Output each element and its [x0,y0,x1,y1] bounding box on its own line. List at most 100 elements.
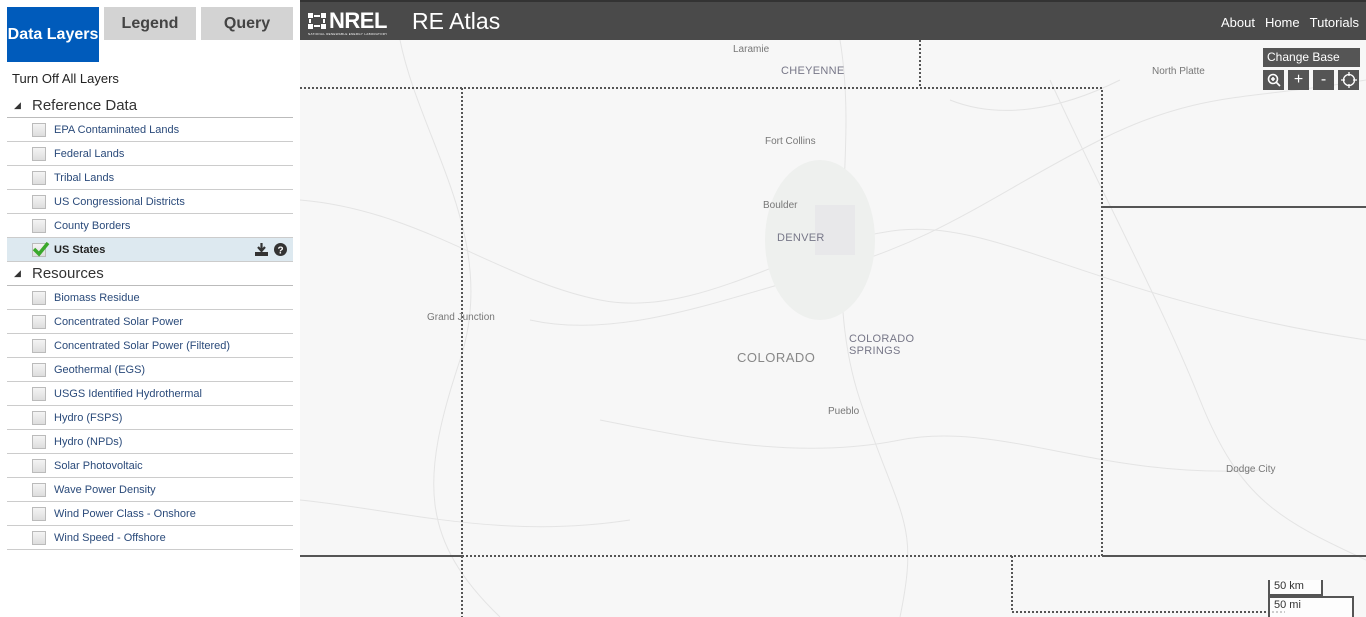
layer-checkbox[interactable] [32,194,46,209]
logo-text: NREL [329,8,387,33]
layer-checkbox[interactable] [32,386,46,401]
change-base-button[interactable]: Change Base [1263,48,1360,67]
layer-label: Federal Lands [54,147,125,160]
city-label: Boulder [763,200,798,211]
layer-checkbox[interactable] [32,434,46,449]
tab-legend[interactable]: Legend [104,7,196,40]
nrel-logo[interactable]: NREL NATIONAL RENEWABLE ENERGY LABORATOR… [308,8,388,36]
layer-label: Wave Power Density [54,483,156,496]
minus-icon: - [1320,71,1327,88]
layer-item[interactable]: Wind Speed - Offshore [7,526,293,550]
layer-item[interactable]: EPA Contaminated Lands [7,118,293,142]
layer-item[interactable]: Tribal Lands [7,166,293,190]
layer-checkbox[interactable] [32,290,46,305]
tab-query[interactable]: Query [201,7,293,40]
layer-checkbox[interactable] [32,170,46,185]
layer-item[interactable]: Concentrated Solar Power (Filtered) [7,334,293,358]
layer-checkbox[interactable] [32,314,46,329]
zoom-box-button[interactable] [1263,70,1284,90]
layer-item[interactable]: USGS Identified Hydrothermal [7,382,293,406]
layer-item[interactable]: Wind Power Class - Onshore [7,502,293,526]
layer-item[interactable]: Biomass Residue [7,286,293,310]
svg-text:?: ? [277,246,283,257]
layer-label: Wind Power Class - Onshore [54,507,196,520]
layer-item[interactable]: Concentrated Solar Power [7,310,293,334]
layer-item[interactable]: US States? [7,238,293,262]
group-header[interactable]: ◢ Reference Data [7,94,293,118]
layer-checkbox[interactable] [32,458,46,473]
logo-subtitle: NATIONAL RENEWABLE ENERGY LABORATORY [308,32,388,36]
turn-off-all-layers-link[interactable]: Turn Off All Layers [12,71,119,86]
layer-label: Tribal Lands [54,171,115,184]
layer-checkbox[interactable] [32,122,46,137]
layer-label: USGS Identified Hydrothermal [54,387,202,400]
layer-checkbox[interactable] [32,506,46,521]
city-label: Dodge City [1226,464,1276,475]
nav-home[interactable]: Home [1265,15,1300,30]
header-nav: About Home Tutorials [1221,15,1359,30]
collapse-triangle-icon: ◢ [14,100,21,110]
layer-label: County Borders [54,219,131,232]
help-icon[interactable]: ? [274,243,287,256]
scale-bar-km: 50 km [1268,580,1323,596]
layer-checkbox[interactable] [32,218,46,233]
layer-label: US States [54,243,106,256]
layer-item[interactable]: Geothermal (EGS) [7,358,293,382]
layer-item[interactable]: US Congressional Districts [7,190,293,214]
layer-label: Biomass Residue [54,291,140,304]
layer-label: Concentrated Solar Power (Filtered) [54,339,231,352]
city-label: Fort Collins [765,136,816,147]
nav-tutorials[interactable]: Tutorials [1310,15,1359,30]
tab-data-layers[interactable]: Data Layers [7,7,99,62]
layer-item[interactable]: Hydro (FSPS) [7,406,293,430]
city-label: Pueblo [828,406,860,417]
layer-label: Wind Speed - Offshore [54,531,166,544]
nrel-logo-icon [308,13,326,29]
layer-label: EPA Contaminated Lands [54,123,180,136]
layer-label: Geothermal (EGS) [54,363,146,376]
zoom-magnifier-icon [1267,73,1281,87]
app-title: RE Atlas [412,8,501,34]
group-title: Reference Data [32,97,138,114]
layer-item[interactable]: County Borders [7,214,293,238]
scale-bar-mi: 50 mi [1268,596,1354,617]
layer-label: Concentrated Solar Power [54,315,184,328]
zoom-out-button[interactable]: - [1313,70,1334,90]
map-base [300,40,1366,617]
layer-checkbox[interactable] [32,530,46,545]
state-label: COLORADO [737,350,816,365]
map-canvas[interactable]: Laramie CHEYENNE North Platte Fort Colli… [300,40,1366,617]
locate-button[interactable] [1338,70,1359,90]
group-resources: ◢ Resources Biomass Residue Concentrated So… [7,262,293,550]
city-label: North Platte [1152,66,1205,77]
layer-checkbox[interactable] [32,338,46,353]
layer-checkbox[interactable] [32,410,46,425]
nav-about[interactable]: About [1221,15,1255,30]
layer-item[interactable]: Federal Lands [7,142,293,166]
group-title: Resources [32,265,104,282]
group-header[interactable]: ◢ Resources [7,262,293,286]
collapse-triangle-icon: ◢ [14,268,21,278]
layer-checkbox[interactable] [32,241,50,257]
layer-label: Hydro (FSPS) [54,411,123,424]
top-header: NREL NATIONAL RENEWABLE ENERGY LABORATOR… [300,0,1366,40]
checkmark-icon [32,241,50,257]
crosshair-icon [1340,72,1357,88]
city-label: Grand Junction [427,312,495,323]
zoom-in-button[interactable]: + [1288,70,1309,90]
layer-item[interactable]: Wave Power Density [7,478,293,502]
city-label: DENVER [777,232,825,244]
layer-checkbox[interactable] [32,362,46,377]
group-reference-data: ◢ Reference Data EPA Contaminated Lands Fed… [7,94,293,262]
city-label: Laramie [733,44,770,55]
city-label: CHEYENNE [781,65,845,77]
layer-checkbox[interactable] [32,482,46,497]
layer-label: US Congressional Districts [54,195,185,208]
layer-item[interactable]: Solar Photovoltaic [7,454,293,478]
layer-label: Hydro (NPDs) [54,435,123,448]
layer-label: Solar Photovoltaic [54,459,143,472]
city-label: COLORADO SPRINGS [849,333,915,357]
layer-item[interactable]: Hydro (NPDs) [7,430,293,454]
layer-checkbox[interactable] [32,146,46,161]
download-icon[interactable] [255,243,268,256]
